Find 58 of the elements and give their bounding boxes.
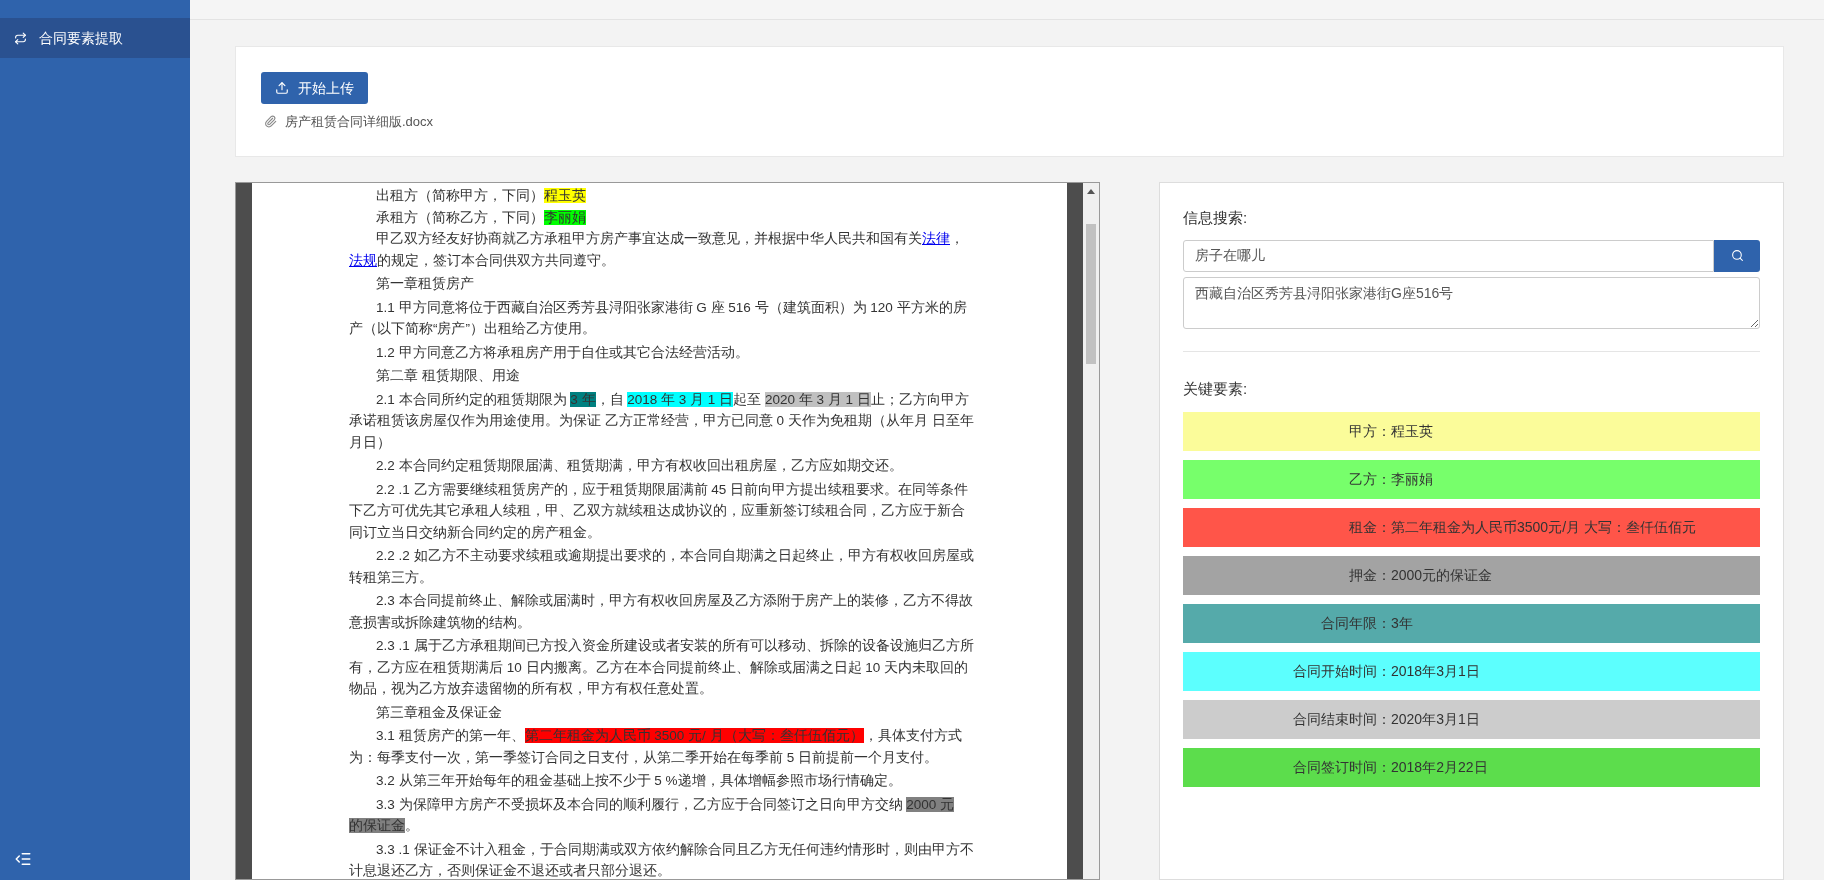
search-title: 信息搜索: (1183, 208, 1249, 228)
element-value: 2020年3月1日 (1391, 710, 1481, 729)
document-paragraph: 2.2 .1 乙方需要继续租赁房产的，应于租赁期限届满前 45 日前向甲方提出续租要求。在同等条件下乙方可优先其它承租人续租，甲、乙双方就续租达成协议的，应重新签订续租合同，乙方应于新合同订立当日交纳新合同约定的房产租金。 (349, 480, 970, 542)
element-label: 租金： (1348, 518, 1391, 537)
result-text-area[interactable]: 西藏自治区秀芳县浔阳张家港街G座516号 (1183, 276, 1760, 329)
document-paragraph: 承租方（简称乙方，下同）李丽娟 (375, 208, 587, 227)
upload-button[interactable]: 开始上传 (261, 72, 368, 104)
element-value: 李丽娟 (1391, 470, 1434, 489)
highlighted-text: 3 年 (570, 391, 596, 407)
document-paragraph: 3.2 从第三年开始每年的租金基础上按不少于 5 %递增，具体增幅参照市场行情确定。 (375, 772, 903, 790)
paperclip-icon (264, 115, 277, 129)
element-label: 合同签订时间： (1292, 758, 1391, 777)
repeat-icon (14, 31, 27, 45)
document-paragraph: 甲乙双方经友好协商就乙方承租甲方房产事宜达成一致意见，并根据中华人民共和国有关法律， 法规的规定，签订本合同供双方共同遵守。 (349, 230, 965, 270)
link[interactable]: 法律 (922, 231, 950, 246)
file-link[interactable]: 房产租赁合同详细版.docx (285, 112, 434, 132)
document-paragraph: 第二章 租赁期限、用途 (375, 367, 521, 385)
highlighted-text: 程玉英 (544, 188, 586, 203)
document-paragraph: 3.1 租赁房产的第一年、第二年租金为人民币 3500 元/ 月（大写：叁仟伍佰元），具体支付方式为：每季支付一次，第一季签订合同之日支付，从第二季开始在每季前 5 日前提前一个月支付。 (349, 727, 963, 767)
highlighted-text: 2000 元 (906, 796, 955, 812)
document-paragraph: 第三章租金及保证金 (375, 703, 503, 722)
document-paragraph: 第一章租赁房产 (375, 275, 475, 293)
element-value: 2018年3月1日 (1391, 662, 1481, 681)
document-paragraph: 1.2 甲方同意乙方将承租房产用于自住或其它合法经营活动。 (375, 343, 750, 362)
element-label: 合同开始时间： (1292, 662, 1391, 681)
document-paragraph: 2.3 本合同提前终止、解除或届满时，甲方有权收回房屋及乙方添附于房产上的装修，乙方不得故意损害或拆除建筑物的结构。 (349, 592, 974, 632)
element-label: 甲方： (1348, 422, 1391, 441)
collapse-menu-icon[interactable] (14, 850, 32, 868)
highlighted-text: 李丽娟 (544, 209, 586, 225)
document-paragraph: 1.1 甲方同意将位于西藏自治区秀芳县浔阳张家港街 G 座 516 号（建筑面积）为 120 平方米的房产（以下简称“房产”）出租给乙方使用。 (349, 298, 968, 338)
document-paragraph: 2.3 .1 属于乙方承租期间已方投入资金所建设或者安装的所有可以移动、拆除的设备设施归乙方所有，乙方应在租赁期满后 10 日内搬离。乙方在本合同提前终止、解除或届满之日起 10 天内未取回的物品，视为乙方放弃遗留物的所有权，甲方有权任意处置。 (349, 637, 975, 698)
sidebar-item[interactable]: 合同要素提取 (0, 18, 190, 58)
element-value: 程玉英 (1391, 422, 1434, 441)
document-paragraph: 3.3 为保障甲方房产不受损坏及本合同的顺利履行，乙方应于合同签订之日向甲方交纳 2000 元 的保证金。 (349, 795, 956, 835)
element-value: 2018年2月22日 (1391, 758, 1489, 777)
link[interactable]: 法规 (349, 252, 377, 268)
element-label: 乙方： (1348, 470, 1391, 489)
element-label: 合同年限： (1320, 614, 1391, 633)
scroll-up-icon[interactable] (1087, 189, 1095, 194)
element-label: 合同结束时间： (1292, 710, 1391, 729)
document-paragraph: 2.2 本合同约定租赁期限届满、租赁期满，甲方有权收回出租房屋，乙方应如期交还。 (375, 457, 904, 475)
upload-icon (275, 81, 289, 95)
document-paragraph: 3.3 .1 保证金不计入租金，于合同期满或双方依约解除合同且乙方无任何违约情形时，则由甲方不计息退还乙方，否则保证金不退还或者只部分退还。 (349, 840, 975, 879)
element-value: 3年 (1391, 614, 1414, 633)
document-paragraph: 出租方（简称甲方，下同）程玉英 (375, 187, 587, 205)
element-label: 押金： (1348, 566, 1391, 585)
scrollbar-thumb[interactable] (1086, 224, 1096, 364)
highlighted-text: 第二年租金为人民币 3500 元/ 月（大写：叁仟伍佰元） (524, 728, 864, 743)
elements-title: 关键要素: (1183, 378, 1249, 399)
scrollbar[interactable] (1083, 183, 1099, 879)
search-input[interactable]: 房子在哪儿 (1183, 239, 1714, 272)
element-value: 第二年租金为人民币3500元/月 大写：叁仟伍佰元 (1391, 518, 1697, 537)
document-paragraph: 2.2 .2 如乙方不主动要求续租或逾期提出要求的，本合同自期满之日起终止，甲方有权收回房屋或转租第三方。 (349, 547, 975, 587)
highlighted-text: 2020 年 3 月 1 日 (764, 391, 871, 407)
search-icon (1730, 249, 1744, 262)
search-button[interactable] (1714, 239, 1760, 272)
highlighted-text: 的保证金 (349, 818, 405, 833)
element-value: 2000元的保证金 (1391, 566, 1494, 585)
